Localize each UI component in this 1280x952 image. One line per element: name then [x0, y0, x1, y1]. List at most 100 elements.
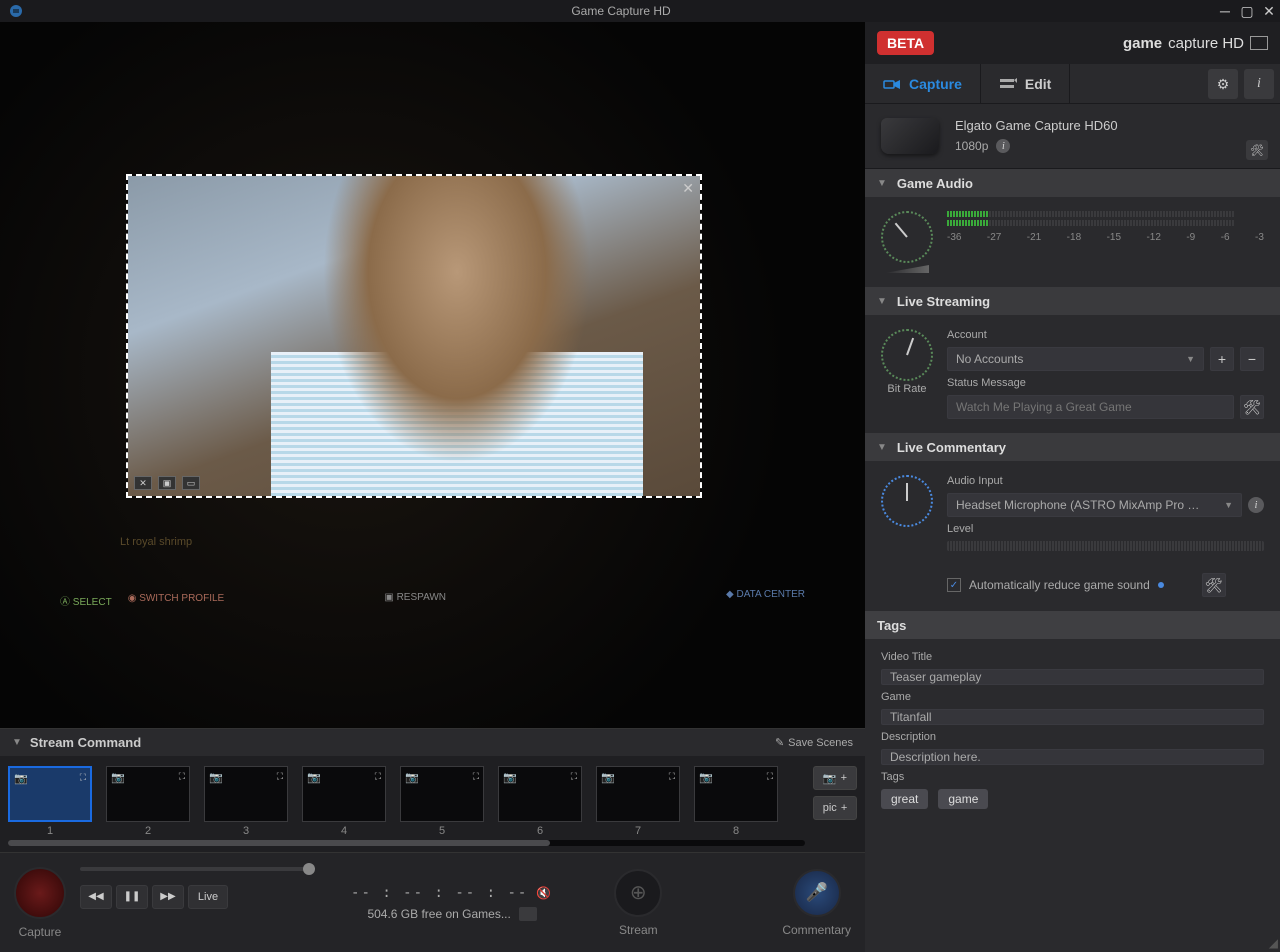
remove-account-button[interactable]: −	[1240, 347, 1264, 371]
stream-command-title: Stream Command	[30, 735, 775, 750]
add-camera-scene-button[interactable]: 📷+	[813, 766, 857, 790]
scene-thumb-2[interactable]: 📷⛶	[106, 766, 190, 822]
chevron-down-icon: ▼	[877, 178, 887, 189]
description-label: Description	[881, 731, 1264, 743]
maximize-button[interactable]: ▢	[1240, 3, 1254, 20]
tag-chip[interactable]: game	[938, 789, 988, 809]
add-account-button[interactable]: +	[1210, 347, 1234, 371]
scene-thumb-4[interactable]: 📷⛶	[302, 766, 386, 822]
camera-icon: 📷	[111, 771, 125, 784]
rewind-button[interactable]: ◀◀	[80, 885, 112, 909]
camera-icon: 📷	[14, 772, 28, 785]
settings-button[interactable]: ⚙	[1208, 69, 1238, 99]
scene-thumb-5[interactable]: 📷⛶	[400, 766, 484, 822]
add-pic-scene-button[interactable]: pic+	[813, 796, 857, 820]
audio-input-select[interactable]: Headset Microphone (ASTRO MixAmp Pro …▼	[947, 493, 1242, 517]
vu-tick: -36	[947, 232, 961, 243]
auto-reduce-checkbox[interactable]	[947, 578, 961, 592]
camera-icon[interactable]: ▣	[158, 476, 176, 490]
bitrate-knob[interactable]	[881, 329, 933, 381]
snapshot-button[interactable]	[519, 907, 537, 921]
device-tools-button[interactable]: 🛠	[1246, 140, 1268, 160]
indicator-dot	[1158, 582, 1164, 588]
seek-slider[interactable]	[80, 867, 310, 871]
pause-button[interactable]: ❚❚	[116, 885, 148, 909]
record-button[interactable]	[14, 867, 66, 919]
status-input[interactable]	[947, 395, 1234, 419]
info-icon[interactable]: i	[1248, 497, 1264, 513]
scene-number: 8	[694, 825, 778, 837]
device-resolution: 1080p	[955, 139, 988, 153]
window-title: Game Capture HD	[24, 4, 1218, 18]
section-live-commentary[interactable]: ▼ Live Commentary	[865, 433, 1280, 461]
game-input[interactable]	[881, 709, 1264, 725]
minimize-button[interactable]: ─	[1218, 3, 1232, 20]
tab-capture[interactable]: Capture	[865, 64, 981, 103]
live-button[interactable]: Live	[188, 885, 228, 909]
scene-thumb-8[interactable]: 📷⛶	[694, 766, 778, 822]
description-input[interactable]	[881, 749, 1264, 765]
brand-label: game capture HD	[1123, 35, 1268, 52]
vu-tick: -3	[1255, 232, 1264, 243]
expand-icon[interactable]	[1250, 36, 1268, 50]
camera-icon: 📷	[503, 771, 517, 784]
level-label: Level	[947, 523, 1264, 535]
tags-label: Tags	[881, 771, 1264, 783]
commentary-button[interactable]: 🎤	[793, 869, 841, 917]
commentary-tools-button[interactable]: 🛠	[1202, 573, 1226, 597]
commentary-volume-knob[interactable]	[881, 475, 933, 527]
section-game-audio[interactable]: ▼ Game Audio	[865, 169, 1280, 197]
select-hint: Ⓐ SELECT	[60, 593, 112, 608]
expand-icon: ⛶	[571, 771, 577, 782]
auto-reduce-label: Automatically reduce game sound	[969, 578, 1150, 592]
section-tags[interactable]: Tags	[865, 611, 1280, 639]
stream-command-header[interactable]: ▼ Stream Command Save Scenes	[0, 728, 865, 756]
vu-tick: -18	[1067, 232, 1081, 243]
right-panel-header: BETA game capture HD	[865, 22, 1280, 64]
resize-grip[interactable]: ◢	[1269, 936, 1278, 950]
section-live-streaming[interactable]: ▼ Live Streaming	[865, 287, 1280, 315]
monitor-icon[interactable]: ▭	[182, 476, 200, 490]
scene-number: 1	[8, 825, 92, 837]
preview-caption: Lt royal shrimp	[120, 536, 192, 548]
account-select[interactable]: No Accounts▼	[947, 347, 1204, 371]
device-name: Elgato Game Capture HD60	[955, 118, 1118, 133]
titlebar: Game Capture HD ─ ▢ ✕	[0, 0, 1280, 22]
device-image	[881, 118, 939, 154]
chevron-down-icon: ▼	[877, 296, 887, 307]
scene-thumb-7[interactable]: 📷⛶	[596, 766, 680, 822]
commentary-level-slider[interactable]	[947, 541, 1264, 551]
tags-chips[interactable]: great game	[881, 789, 1264, 809]
app-icon	[8, 3, 24, 19]
preview-area[interactable]: Lt royal shrimp Ⓐ SELECT ◉ SWITCH PROFIL…	[0, 22, 865, 728]
scene-thumb-1[interactable]: 📷⛶	[8, 766, 92, 822]
forward-button[interactable]: ▶▶	[152, 885, 184, 909]
scene-scrollbar[interactable]	[8, 840, 805, 846]
beta-badge: BETA	[877, 31, 934, 55]
tab-edit[interactable]: Edit	[981, 64, 1070, 103]
vu-meter	[947, 211, 1264, 226]
chevron-down-icon: ▼	[12, 737, 22, 748]
tag-chip[interactable]: great	[881, 789, 928, 809]
stream-button[interactable]: ⊕	[614, 869, 662, 917]
datacenter-label: ◆ DATA CENTER	[726, 589, 805, 600]
streaming-tools-button[interactable]: 🛠	[1240, 395, 1264, 419]
video-title-input[interactable]	[881, 669, 1264, 685]
vu-tick: -15	[1107, 232, 1121, 243]
scene-number: 6	[498, 825, 582, 837]
close-button[interactable]: ✕	[1262, 3, 1276, 20]
mute-icon[interactable]: 🔇	[536, 886, 553, 900]
switch-hint: ◉ SWITCH PROFILE	[128, 593, 225, 608]
save-scenes-button[interactable]: Save Scenes	[775, 736, 853, 749]
info-button[interactable]: i	[1244, 69, 1274, 99]
scene-thumb-6[interactable]: 📷⛶	[498, 766, 582, 822]
info-icon[interactable]: i	[996, 139, 1010, 153]
webcam-overlay[interactable]: ✕ ✕ ▣ ▭	[126, 174, 702, 498]
time-display: -- : -- : -- : --	[351, 885, 528, 901]
expand-icon: ⛶	[473, 771, 479, 782]
game-audio-volume-knob[interactable]	[881, 211, 933, 263]
expand-icon: ⛶	[375, 771, 381, 782]
settings-icon[interactable]: ✕	[134, 476, 152, 490]
close-icon[interactable]: ✕	[682, 180, 694, 197]
scene-thumb-3[interactable]: 📷⛶	[204, 766, 288, 822]
